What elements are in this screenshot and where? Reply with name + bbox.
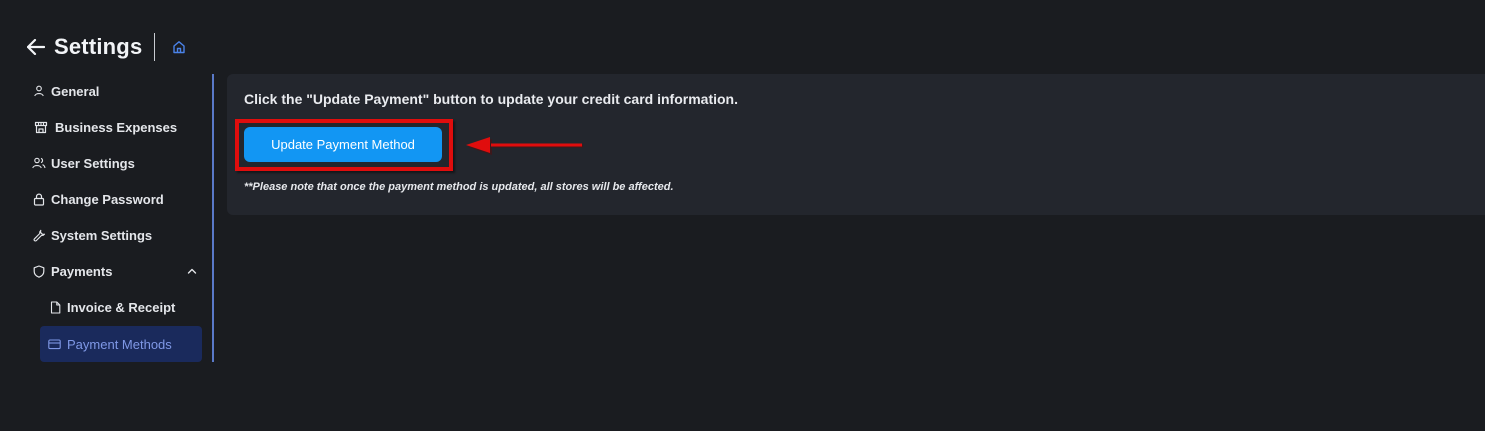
sidebar-item-change-password[interactable]: Change Password bbox=[32, 187, 202, 211]
sidebar-item-label: Change Password bbox=[51, 191, 164, 207]
sidebar-item-payments[interactable]: Payments bbox=[32, 259, 202, 283]
shield-icon bbox=[32, 264, 46, 278]
payment-note-text: **Please note that once the payment meth… bbox=[244, 181, 674, 193]
file-icon bbox=[48, 300, 62, 314]
sidebar-item-business-expenses[interactable]: Business Expenses bbox=[32, 115, 202, 139]
header-divider bbox=[154, 33, 156, 61]
lock-icon bbox=[32, 192, 46, 206]
sidebar-item-label: User Settings bbox=[51, 155, 135, 171]
sidebar-item-label: Business Expenses bbox=[55, 119, 178, 135]
home-icon[interactable] bbox=[171, 39, 187, 55]
user-icon bbox=[32, 84, 46, 98]
store-icon bbox=[32, 120, 50, 134]
annotation-arrow-icon bbox=[466, 137, 583, 155]
sidebar-item-label: General bbox=[51, 83, 100, 99]
update-payment-method-button[interactable]: Update Payment Method bbox=[244, 127, 442, 162]
page-title: Settings bbox=[54, 34, 143, 59]
settings-sidebar: General Business Expenses User Settings … bbox=[26, 74, 214, 362]
sidebar-item-label: System Settings bbox=[51, 227, 153, 243]
arrow-left-icon[interactable] bbox=[26, 37, 46, 57]
sidebar-item-label: Payment Methods bbox=[67, 336, 172, 352]
users-icon bbox=[32, 156, 46, 170]
sidebar-item-payment-methods[interactable]: Payment Methods bbox=[40, 326, 202, 362]
sidebar-item-user-settings[interactable]: User Settings bbox=[32, 151, 202, 175]
sidebar-item-invoice-receipt[interactable]: Invoice & Receipt bbox=[48, 295, 202, 319]
sidebar-item-label: Invoice & Receipt bbox=[67, 299, 176, 315]
sidebar-item-general[interactable]: General bbox=[32, 79, 202, 103]
payment-panel: Click the "Update Payment" button to upd… bbox=[227, 74, 1485, 215]
sidebar-item-label: Payments bbox=[51, 263, 113, 279]
instruction-text: Click the "Update Payment" button to upd… bbox=[244, 91, 738, 107]
wrench-icon bbox=[32, 228, 46, 242]
sidebar-item-system-settings[interactable]: System Settings bbox=[32, 223, 202, 247]
credit-card-icon bbox=[48, 337, 62, 351]
page-header: Settings bbox=[26, 32, 187, 62]
chevron-up-icon[interactable] bbox=[186, 265, 198, 277]
